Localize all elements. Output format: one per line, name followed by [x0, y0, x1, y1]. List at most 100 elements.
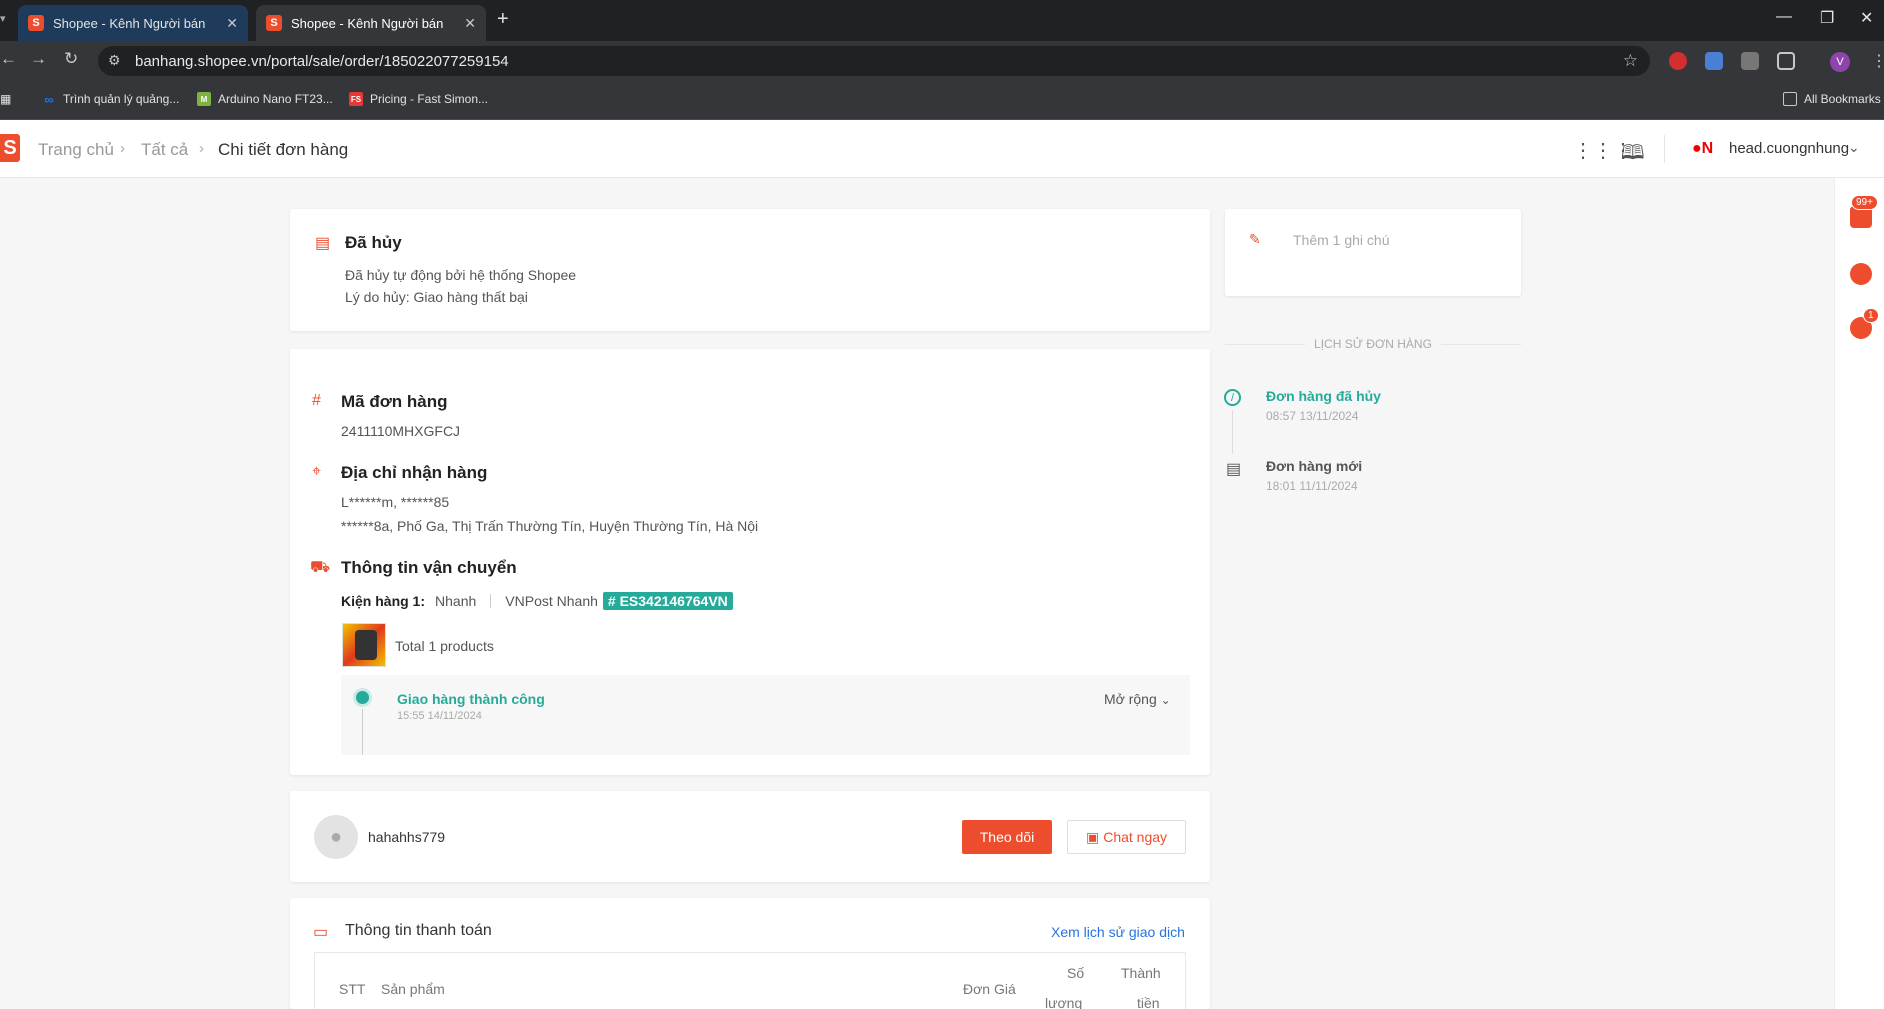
url-bar[interactable]: ⚙ banhang.shopee.vn/portal/sale/order/18… [98, 46, 1650, 76]
address-line: ******8a, Phố Ga, Thị Trấn Thường Tín, H… [341, 518, 759, 534]
payment-title: Thông tin thanh toán [345, 922, 492, 939]
col-total-2: tiền [1137, 995, 1160, 1009]
shopee-logo-icon[interactable]: S [0, 134, 20, 162]
profile-avatar[interactable]: V [1830, 52, 1850, 72]
chevron-right-icon: › [199, 140, 204, 157]
close-tab-icon[interactable]: ✕ [464, 15, 476, 32]
status-title: Đã hủy [345, 233, 402, 252]
col-qty-2: lượng [1045, 995, 1083, 1009]
breadcrumb-all[interactable]: Tất cả [141, 140, 188, 160]
order-id-label: Mã đơn hàng [341, 392, 448, 411]
breadcrumb-current: Chi tiết đơn hàng [218, 140, 349, 159]
address-name: L******m, ******85 [341, 494, 450, 510]
cancelled-icon: / [1224, 389, 1241, 406]
history-title: LỊCH SỬ ĐƠN HÀNG [1225, 337, 1521, 351]
breadcrumb-home[interactable]: Trang chủ [38, 140, 114, 160]
shopee-favicon-icon: S [28, 15, 44, 31]
browser-tab-bar: ▾ S Shopee - Kênh Người bán ✕ S Shopee -… [0, 0, 1884, 41]
carrier: VNPost Nhanh [505, 593, 598, 609]
chevron-down-icon[interactable]: ⌄ [1848, 139, 1860, 156]
tracking-panel: Giao hàng thành công 15:55 14/11/2024 Mở… [341, 675, 1190, 755]
shipping-label: Thông tin vận chuyển [341, 558, 517, 577]
bookmark-label: Pricing - Fast Simon... [370, 92, 489, 106]
chat-icon: ▣ [1085, 828, 1100, 845]
col-qty-1: Số [1067, 965, 1085, 981]
browser-tab-active[interactable]: S Shopee - Kênh Người bán ✕ [256, 5, 486, 41]
expand-label: Mở rộng [1104, 691, 1157, 707]
folder-icon [1783, 92, 1797, 106]
order-id-value: 2411110MHXGFCJ [341, 423, 461, 439]
note-card[interactable]: ✎ Thêm 1 ghi chú [1225, 209, 1521, 296]
buyer-username[interactable]: hahahhs779 [368, 829, 445, 845]
chat-label: Chat ngay [1103, 829, 1168, 845]
meta-icon: ∞ [44, 91, 54, 107]
chat-button[interactable]: ▣ Chat ngay [1067, 820, 1186, 854]
bookmark-item[interactable]: ∞ Trình quản lý quảng... [42, 91, 180, 107]
url-text[interactable]: banhang.shopee.vn/portal/sale/order/1850… [135, 53, 509, 70]
tracking-number[interactable]: # ES342146764VN [602, 592, 733, 610]
history-event-time: 18:01 11/11/2024 [1266, 479, 1358, 493]
seller-header: S Trang chủ › Tất cả › Chi tiết đơn hàng… [0, 120, 1884, 178]
all-bookmarks[interactable]: All Bookmarks [1783, 92, 1881, 106]
address-label: Địa chỉ nhận hàng [341, 463, 488, 482]
tab-search-icon[interactable]: ▾ [0, 12, 6, 25]
browser-tab[interactable]: S Shopee - Kênh Người bán ✕ [18, 5, 248, 41]
cancel-reason: Lý do hủy: Giao hàng thất bại [345, 289, 528, 305]
minimize-icon[interactable]: — [1776, 8, 1792, 26]
bookmarks-bar: ▦ ∞ Trình quản lý quảng... M Arduino Nan… [0, 81, 1884, 120]
book-icon[interactable]: 🕮 [1621, 138, 1645, 172]
note-icon: ✎ [1249, 231, 1261, 247]
bookmark-star-icon[interactable]: ☆ [1623, 51, 1638, 71]
chat-badge: 1 [1863, 308, 1879, 323]
back-icon[interactable]: ← [0, 49, 17, 69]
reload-icon[interactable]: ↻ [64, 49, 78, 69]
col-product: Sản phẩm [381, 981, 445, 997]
extensions-puzzle-icon[interactable] [1777, 52, 1795, 70]
chevron-right-icon: › [120, 140, 125, 157]
address-bar-row: ← → ↻ ⚙ banhang.shopee.vn/portal/sale/or… [0, 41, 1884, 81]
transaction-history-link[interactable]: Xem lịch sử giao dịch [1051, 924, 1185, 940]
close-tab-icon[interactable]: ✕ [226, 15, 238, 32]
history-event-title: Đơn hàng mới [1266, 458, 1363, 474]
follow-button[interactable]: Theo dõi [962, 820, 1052, 854]
extension-adblock-icon[interactable] [1669, 52, 1687, 70]
fastsimon-icon: FS [349, 92, 363, 106]
apps-grid-icon[interactable]: ▦ [0, 92, 11, 106]
shop-name[interactable]: head.cuongnhung [1729, 140, 1849, 157]
ship-speed: Nhanh [435, 593, 477, 609]
all-bookmarks-label: All Bookmarks [1804, 92, 1881, 106]
history-event-title: Đơn hàng đã hủy [1266, 388, 1381, 404]
order-status-card: ▤ Đã hủy Đã hủy tự động bởi hệ thống Sho… [290, 209, 1210, 331]
col-price: Đơn Giá [963, 981, 1016, 997]
close-window-icon[interactable]: ✕ [1860, 8, 1873, 28]
cancel-description: Đã hủy tự động bởi hệ thống Shopee [345, 267, 577, 283]
product-thumbnail[interactable] [342, 623, 386, 667]
col-total-1: Thành [1121, 965, 1161, 981]
note-placeholder[interactable]: Thêm 1 ghi chú [1293, 232, 1390, 248]
restore-icon[interactable]: ❐ [1820, 8, 1834, 28]
bookmark-item[interactable]: FS Pricing - Fast Simon... [349, 92, 488, 106]
status-dot-icon [356, 691, 369, 704]
timeline-line [1232, 410, 1233, 454]
new-tab-icon[interactable]: + [497, 8, 509, 31]
history-title-text: LỊCH SỬ ĐƠN HÀNG [1306, 337, 1440, 351]
bookmark-item[interactable]: M Arduino Nano FT23... [197, 92, 333, 106]
tab-title: Shopee - Kênh Người bán [53, 15, 206, 31]
browser-menu-icon[interactable]: ⋮ [1871, 51, 1884, 71]
forward-icon[interactable]: → [30, 49, 47, 69]
document-icon: ▤ [1226, 461, 1242, 478]
support-icon[interactable] [1850, 263, 1872, 285]
bookmark-label: Trình quản lý quảng... [63, 92, 180, 106]
divider [490, 594, 492, 608]
buyer-avatar[interactable]: ● [314, 815, 358, 859]
extension-translate-icon[interactable] [1705, 52, 1723, 70]
order-id-icon: # [312, 392, 321, 409]
right-rail: 99+ 1 [1834, 178, 1884, 1009]
arduino-icon: M [197, 92, 211, 106]
expand-button[interactable]: Mở rộng ⌄ [1104, 691, 1171, 707]
chevron-down-icon: ⌄ [1160, 693, 1171, 707]
site-info-icon[interactable]: ⚙ [108, 52, 121, 69]
shop-logo-icon: ●N [1692, 140, 1714, 157]
extension-icon[interactable] [1741, 52, 1759, 70]
payment-table-header: STT Sản phẩm Đơn Giá Số lượng Thành tiền [314, 952, 1186, 1009]
